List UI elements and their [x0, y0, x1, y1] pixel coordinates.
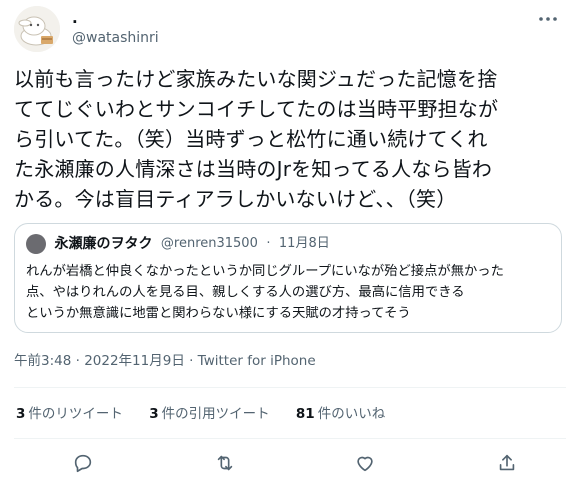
reply-icon[interactable]: [72, 452, 94, 474]
action-bar: [14, 446, 566, 482]
quoted-tweet[interactable]: 永瀬廉のヲタク @renren31500 · 11月8日 れんが岩橋と仲良くなか…: [14, 223, 562, 333]
retweets-label: 件のリツイート: [28, 406, 123, 422]
quoted-separator: ·: [266, 236, 271, 251]
quoted-author-name: 永瀬廉のヲタク: [54, 236, 153, 252]
quotes-label: 件の引用ツイート: [161, 406, 270, 422]
quotes-count: 3: [149, 406, 159, 422]
tweet-timestamp[interactable]: 午前3:48 · 2022年11月9日 · Twitter for iPhone: [14, 352, 316, 370]
engagement-stats: 3 件のリツイート 3 件の引用ツイート 81 件のいいね: [16, 405, 407, 423]
share-icon[interactable]: [496, 452, 518, 474]
retweet-icon[interactable]: [214, 452, 236, 474]
retweets-count: 3: [16, 406, 26, 422]
quoted-author-avatar: [26, 234, 46, 254]
divider: [14, 387, 566, 388]
more-icon[interactable]: [536, 8, 560, 30]
likes-stat[interactable]: 81 件のいいね: [296, 405, 385, 423]
like-icon[interactable]: [354, 452, 376, 474]
tweet-header: . @watashinri: [14, 6, 564, 52]
quoted-tweet-header: 永瀬廉のヲタク @renren31500 · 11月8日: [26, 234, 330, 254]
avatar-illustration: [14, 6, 60, 52]
author-display-name[interactable]: .: [72, 9, 78, 27]
author-avatar[interactable]: [14, 6, 60, 52]
author-handle[interactable]: @watashinri: [72, 29, 159, 47]
divider: [14, 438, 566, 439]
likes-label: 件のいいね: [317, 406, 386, 422]
quoted-tweet-text: れんが岩橋と仲良くなかったというか同じグループにいなが殆ど接点が無かった 点、や…: [26, 264, 504, 321]
tweet-text: 以前も言ったけど家族みたいな関ジュだった記憶を捨 ててじぐいわとサンコイチしてた…: [14, 67, 499, 211]
quotes-stat[interactable]: 3 件の引用ツイート: [149, 405, 269, 423]
retweets-stat[interactable]: 3 件のリツイート: [16, 405, 123, 423]
likes-count: 81: [295, 406, 315, 422]
quoted-author-handle: @renren31500: [160, 236, 258, 251]
quoted-date: 11月8日: [278, 236, 330, 251]
